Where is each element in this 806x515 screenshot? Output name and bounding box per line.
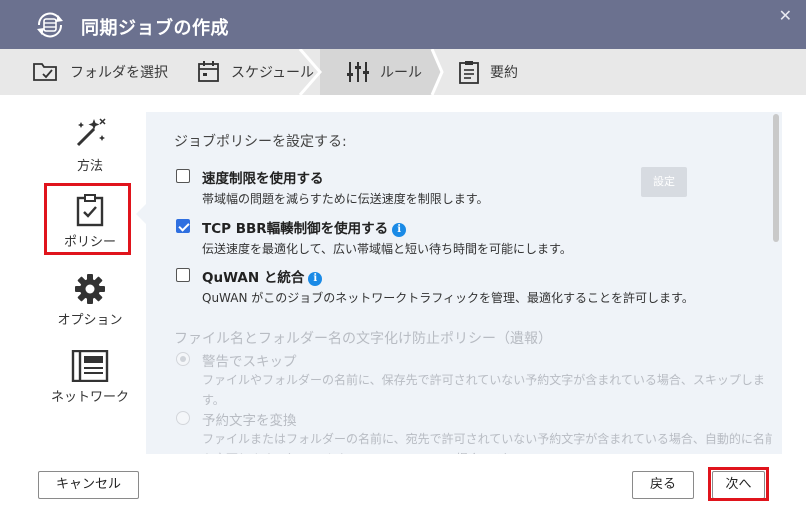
policy-panel: ジョブポリシーを設定する: 速度制限を使用する 帯域幅の問題を減らすために伝送速… [146, 112, 782, 454]
panel-pointer [136, 204, 146, 224]
option-label-wrap: QuWAN と統合 i [202, 266, 323, 286]
step-label: フォルダを選択 [70, 65, 168, 81]
option-label: QuWAN と統合 [202, 270, 305, 286]
quwan-checkbox[interactable] [176, 268, 190, 282]
step-separator [420, 49, 444, 95]
skip-warning-radio[interactable] [176, 352, 190, 366]
policy-heading: ジョブポリシーを設定する: [174, 134, 347, 150]
option-description: ファイルやフォルダーの名前に、保存先で許可されていない予約文字が含まれている場合… [202, 373, 765, 407]
step-label: スケジュール [231, 65, 315, 81]
option-label: 予約文字を変換 [202, 413, 297, 429]
tcp-bbr-checkbox[interactable] [176, 219, 190, 233]
title-bar: 同期ジョブの作成 ✕ [0, 0, 806, 49]
info-icon[interactable]: i [392, 223, 407, 237]
info-icon[interactable]: i [308, 272, 323, 286]
nav-item-options[interactable]: オプション [44, 273, 136, 328]
gear-icon [75, 274, 105, 304]
nav-item-network[interactable]: ネットワーク [44, 350, 136, 405]
option-description: QuWAN がこのジョブのネットワークトラフィックを管理、最適化することを許可し… [202, 291, 694, 305]
speed-limit-checkbox[interactable] [176, 169, 190, 183]
calendar-icon [198, 61, 219, 82]
nav-label: 方法 [76, 159, 103, 174]
step-rules: ルール [346, 49, 422, 95]
scrollbar-thumb[interactable] [773, 114, 779, 242]
option-description: ファイルまたはフォルダーの名前に、宛先で許可されていない予約文字が含まれている場… [202, 432, 777, 454]
option-label: TCP BBR輻輳制御を使用する [202, 221, 389, 237]
step-summary: 要約 [458, 49, 518, 95]
nav-label: ネットワーク [50, 390, 129, 405]
folder-select-icon [33, 63, 57, 81]
step-schedule: スケジュール [197, 49, 314, 95]
close-icon[interactable]: ✕ [779, 6, 792, 25]
option-label: 警告でスキップ [202, 354, 297, 370]
encoding-policy-heading: ファイル名とフォルダー名の文字化け防止ポリシー（遺報） [174, 331, 552, 347]
cancel-button[interactable]: キャンセル [38, 471, 139, 499]
magic-wand-icon [76, 118, 106, 147]
option-label: 速度制限を使用する [202, 171, 324, 187]
sliders-icon [347, 62, 369, 82]
step-label: ルール [380, 65, 422, 81]
network-icon [71, 350, 109, 382]
sync-job-icon [33, 10, 67, 40]
nav-label: オプション [57, 313, 123, 328]
option-description: 伝送速度を最適化して、広い帯域幅と短い待ち時間を可能にします。 [202, 242, 572, 256]
convert-reserved-radio[interactable] [176, 411, 190, 425]
option-description: 帯域幅の問題を減らすために伝送速度を制限します。 [202, 192, 489, 206]
policy-highlight-box [44, 183, 131, 255]
step-label: 要約 [490, 65, 518, 81]
back-button[interactable]: 戻る [632, 471, 694, 499]
summary-clipboard-icon [459, 61, 479, 84]
nav-item-method[interactable]: 方法 [44, 115, 136, 174]
window-title: 同期ジョブの作成 [81, 18, 229, 39]
option-label-wrap: TCP BBR輻輳制御を使用する i [202, 217, 407, 237]
wizard-steps: フォルダを選択 スケジュール ルール 要約 [0, 49, 806, 95]
settings-button[interactable]: 設定 [641, 167, 687, 197]
next-highlight-box [708, 467, 769, 501]
step-folder-select: フォルダを選択 [32, 49, 168, 95]
